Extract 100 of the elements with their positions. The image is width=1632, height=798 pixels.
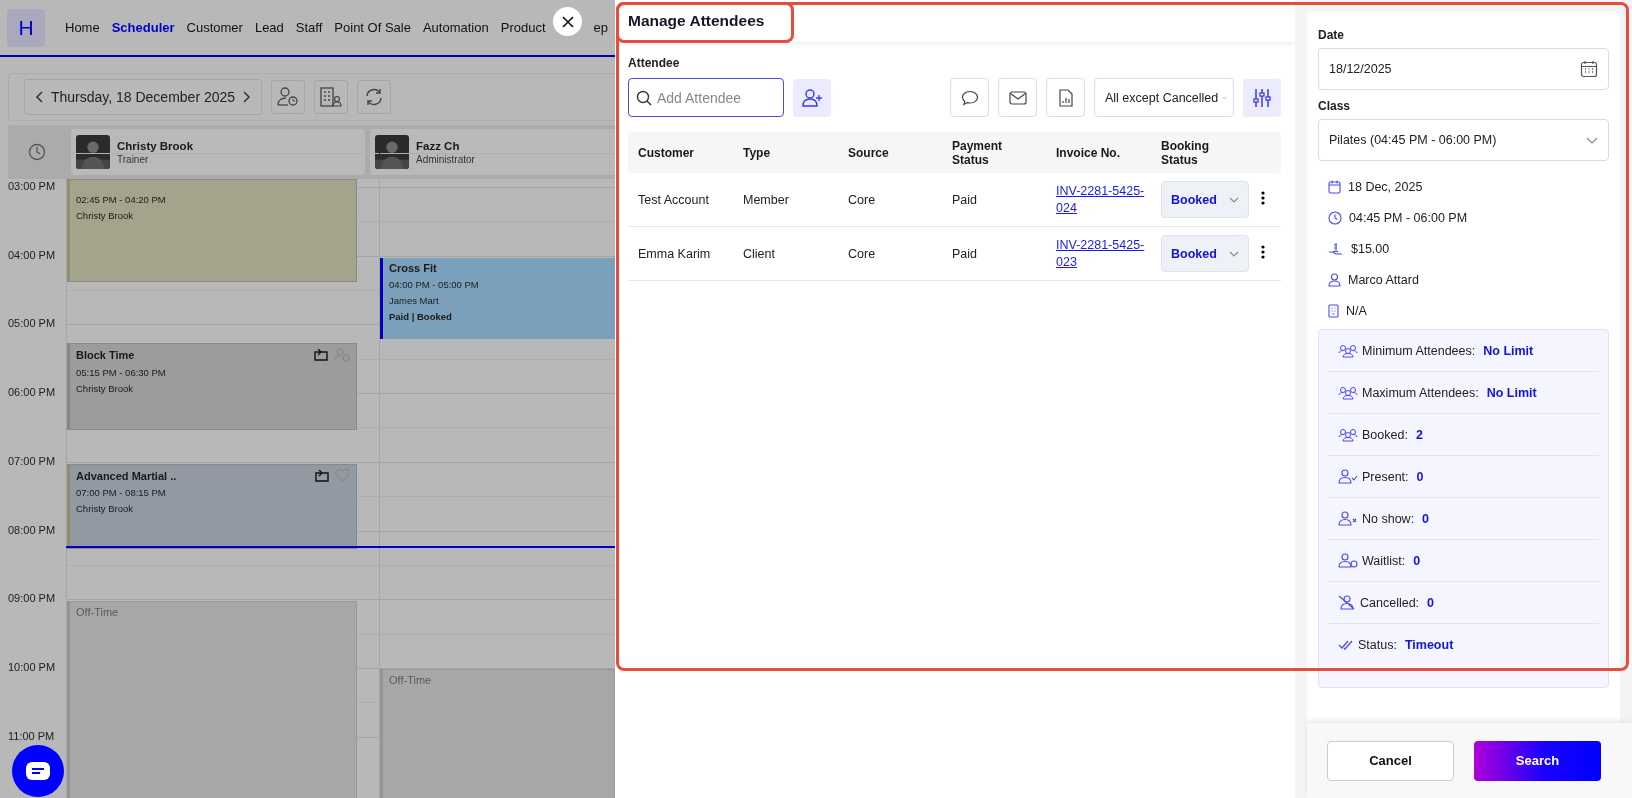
nav-link[interactable]: ep <box>593 20 608 35</box>
table-cell-text: Core <box>848 246 877 261</box>
event-card[interactable]: 02:45 PM - 04:20 PM Christy Brook <box>67 179 357 282</box>
column-header: Type <box>743 145 772 160</box>
person-clock-icon <box>1338 553 1358 568</box>
stat-label: Maximum Attendees: <box>1362 385 1479 400</box>
staff-role: Administrator <box>416 153 475 165</box>
room-view-button[interactable] <box>314 80 348 114</box>
chevron-down-icon <box>1586 136 1598 144</box>
event-person: Christy Brook <box>76 383 134 394</box>
detail-text: $15.00 <box>1351 241 1390 256</box>
cancel-button[interactable]: Cancel <box>1327 740 1454 781</box>
stat-label: Minimum Attendees: <box>1362 343 1476 358</box>
event-person: James Mart <box>389 295 440 306</box>
event-time: 02:45 PM - 04:20 PM <box>76 194 167 205</box>
table-cell-text: Emma Karim <box>638 246 712 261</box>
column-header: Source <box>848 145 890 160</box>
message-button[interactable] <box>950 78 989 117</box>
nav-link[interactable]: Product <box>500 20 546 35</box>
nav-link[interactable]: Scheduler <box>111 20 175 35</box>
report-icon <box>1058 88 1073 107</box>
stat-value: 2 <box>1415 427 1423 442</box>
class-dropdown[interactable]: Pilates (04:45 PM - 06:00 PM) <box>1318 119 1609 161</box>
more-icon[interactable] <box>1261 245 1265 259</box>
time-label: 10:00 PM <box>8 660 56 673</box>
group-icon <box>1338 385 1358 400</box>
event-card[interactable]: Advanced Martial .. 07:00 PM - 08:15 PM Christy Brook <box>67 464 357 549</box>
stat-value: Timeout <box>1404 637 1454 652</box>
filter-dropdown[interactable]: All except Cancelled <box>1094 78 1234 117</box>
event-title: Cross Fit <box>389 262 438 274</box>
chevron-down-icon <box>1222 94 1227 101</box>
event-person: Christy Brook <box>76 210 134 221</box>
staff-name: Christy Brook <box>117 139 194 152</box>
stat-value: 0 <box>1416 469 1424 484</box>
chevron-right-icon[interactable] <box>241 91 251 103</box>
search-button[interactable]: Search <box>1474 740 1601 781</box>
stat-value: No Limit <box>1483 343 1534 358</box>
field-label: Attendee <box>628 56 681 70</box>
nav-link[interactable]: Customer <box>186 20 243 35</box>
date-label: Thursday, 18 December 2025 <box>50 89 236 105</box>
person-icon <box>1328 272 1341 287</box>
booking-status-dropdown[interactable]: Booked <box>1161 235 1249 272</box>
stat-label: Cancelled: <box>1360 595 1420 610</box>
time-label: 11:00 PM <box>8 729 55 742</box>
chevron-down-icon <box>1228 250 1239 257</box>
chevron-down-icon <box>1228 196 1239 203</box>
detail-text: Marco Attard <box>1348 272 1419 287</box>
table-cell-text: Core <box>848 192 877 207</box>
filter-settings-button[interactable] <box>1243 78 1281 117</box>
field-label: Date <box>1318 28 1345 42</box>
event-time: 05:15 PM - 06:30 PM <box>76 367 167 378</box>
add-person-icon <box>802 88 822 107</box>
group-icon <box>1338 343 1358 358</box>
close-icon <box>561 15 574 28</box>
nav-link[interactable]: Automation <box>422 20 489 35</box>
staff-role: Trainer <box>117 153 150 165</box>
search-field[interactable]: Add Attendee <box>628 78 784 117</box>
stat-label: Booked: <box>1362 427 1408 442</box>
add-person-button[interactable] <box>793 78 831 117</box>
repeat-icon <box>315 469 329 482</box>
double-check-icon <box>1338 638 1354 651</box>
more-icon[interactable] <box>1261 191 1265 205</box>
event-title: Advanced Martial .. <box>76 469 178 482</box>
staff-schedule-button[interactable] <box>271 80 305 114</box>
invoice-link[interactable]: INV-2281-5425-023 <box>1056 237 1146 270</box>
time-label: 09:00 PM <box>8 592 56 605</box>
report-button[interactable] <box>1046 78 1085 117</box>
person-slash-icon <box>1338 595 1356 610</box>
chevron-left-icon[interactable] <box>35 91 45 103</box>
column-header: Customer <box>638 145 695 160</box>
table-cell-text: Paid <box>952 246 979 261</box>
event-status: Paid | Booked <box>389 311 453 322</box>
stat-value: No Limit <box>1486 385 1537 400</box>
nav-link[interactable]: Staff <box>295 20 323 35</box>
logo-icon[interactable]: H <box>7 8 45 47</box>
nav-link[interactable]: Home <box>65 20 100 35</box>
close-button[interactable] <box>553 7 582 36</box>
stat-value: 0 <box>1427 595 1435 610</box>
stat-label: Present: <box>1362 469 1409 484</box>
invoice-link[interactable]: INV-2281-5425-024 <box>1056 183 1146 216</box>
nav-link[interactable]: Lead <box>254 20 284 35</box>
heart-icon <box>335 469 350 482</box>
event-card[interactable]: Block Time 05:15 PM - 06:30 PM Christy Brook <box>67 343 357 430</box>
stat-label: Waitlist: <box>1362 553 1406 568</box>
date-field[interactable]: 18/12/2025 <box>1318 48 1609 90</box>
booking-status-dropdown[interactable]: Booked <box>1161 181 1249 218</box>
refresh-button[interactable] <box>357 80 391 114</box>
building-icon <box>1328 303 1339 318</box>
time-label: 06:00 PM <box>8 386 56 399</box>
stat-value: 0 <box>1422 511 1430 526</box>
speech-bubble-icon <box>960 89 979 106</box>
chat-icon <box>25 761 51 781</box>
event-card[interactable]: Cross Fit 04:00 PM - 05:00 PM James Mart Paid | Booked <box>380 258 615 339</box>
table-cell-text: Member <box>743 192 790 207</box>
search-icon <box>636 90 652 106</box>
email-button[interactable] <box>998 78 1037 117</box>
clock-icon <box>1328 210 1342 225</box>
table-cell-text: Paid <box>952 192 979 207</box>
stat-label: Status: <box>1358 637 1397 652</box>
nav-link[interactable]: Point Of Sale <box>334 20 411 35</box>
